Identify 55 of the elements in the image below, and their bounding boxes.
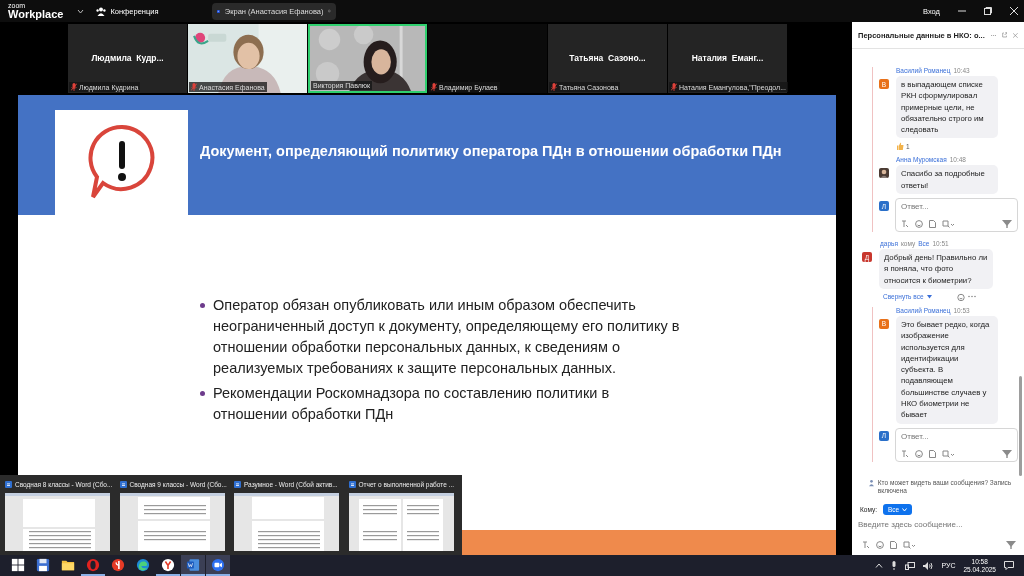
participant-name: Наталия Еманг... — [690, 53, 765, 63]
screenshot-icon[interactable] — [942, 220, 954, 229]
info-person-icon — [869, 479, 875, 487]
participant-name: Людмила Кудр... — [90, 53, 165, 63]
more-icon[interactable] — [967, 295, 976, 299]
emoji-icon[interactable] — [915, 220, 923, 229]
bullet-text: Рекомендации Роскомнадзора по составлению политики в отношении обработки ПДн — [213, 384, 611, 424]
scrollbar[interactable] — [1019, 376, 1022, 476]
window-thumbnail[interactable] — [348, 493, 454, 551]
thumbs-up-icon — [896, 142, 904, 151]
speaker-icon[interactable] — [923, 561, 934, 570]
send-icon[interactable] — [1002, 220, 1012, 229]
participants-icon[interactable] — [96, 6, 107, 16]
file-icon[interactable] — [929, 449, 936, 458]
restore-icon[interactable] — [984, 7, 992, 15]
word-icon[interactable] — [181, 555, 205, 576]
word-icon — [234, 481, 241, 488]
file-icon[interactable] — [890, 541, 897, 549]
chevron-down-icon[interactable] — [77, 8, 85, 14]
pop-out-icon[interactable] — [1002, 31, 1008, 39]
reply-field[interactable]: Ответ... — [901, 202, 1012, 212]
add-reaction-icon[interactable] — [956, 292, 965, 301]
chevron-up-icon[interactable] — [875, 563, 884, 568]
notification-icon[interactable] — [1004, 561, 1014, 570]
send-icon[interactable] — [1002, 449, 1012, 458]
format-icon[interactable] — [862, 541, 870, 549]
caret-icon — [902, 507, 908, 512]
word-icon — [5, 481, 12, 488]
message-field[interactable]: Введите здесь сообщение... — [858, 520, 1018, 529]
slide-title: Документ, определяющий политику оператора ПДн в отношении обработки ПДн — [200, 143, 782, 159]
bullet-icon — [200, 391, 205, 396]
file-icon[interactable] — [929, 220, 936, 229]
screenshot-icon[interactable] — [942, 449, 954, 458]
emoji-icon[interactable] — [876, 541, 884, 549]
network-icon[interactable] — [905, 561, 916, 570]
bullet-text: Оператор обязан опубликовать или иным образом обеспечить неограниченный доступ к документу, определяющему его политику в отношении обработки персональных данных, к сведениям о реализуемых требованиях к защите персональных данных. — [213, 296, 681, 378]
bullet-icon — [200, 303, 205, 308]
more-icon[interactable] — [990, 33, 997, 37]
screenshot-icon[interactable] — [903, 541, 915, 549]
logo-text: Workplace — [8, 9, 64, 20]
format-icon[interactable] — [901, 449, 909, 458]
microphone-icon[interactable] — [891, 561, 898, 570]
window-thumbnail[interactable] — [119, 493, 225, 551]
video-call-icon[interactable] — [206, 555, 230, 576]
word-icon — [348, 481, 356, 488]
window-thumbnail[interactable] — [234, 493, 339, 551]
participant-name: Татьяна Сазоно... — [568, 53, 647, 63]
emoji-icon[interactable] — [915, 449, 923, 458]
minimize-icon[interactable] — [958, 7, 966, 15]
send-icon[interactable] — [1006, 541, 1016, 549]
reply-field[interactable]: Ответ... — [901, 431, 1012, 441]
caret-icon[interactable] — [926, 294, 932, 299]
word-icon — [119, 481, 127, 488]
window-thumbnail[interactable] — [5, 493, 110, 551]
format-icon[interactable] — [901, 220, 909, 229]
